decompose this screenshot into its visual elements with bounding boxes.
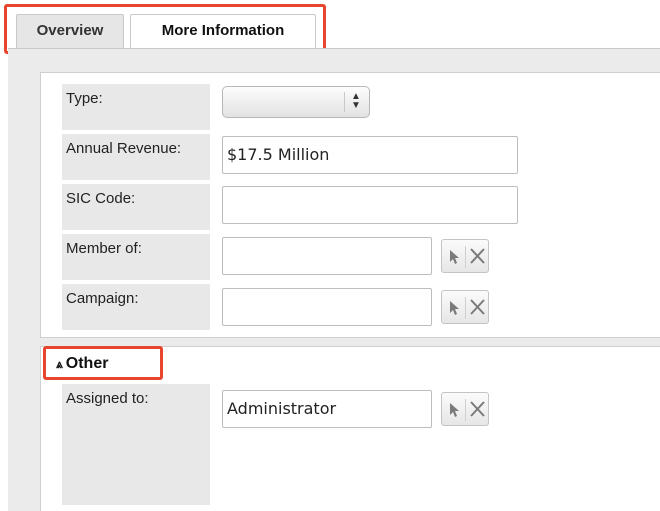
annual-revenue-label: Annual Revenue: [62, 134, 210, 180]
member-of-buttons [441, 239, 489, 273]
member-of-label: Member of: [62, 234, 210, 280]
x-icon [470, 248, 485, 264]
other-highlight-box [43, 346, 163, 380]
assigned-to-input[interactable]: Administrator [222, 390, 432, 428]
member-of-select-button[interactable] [442, 240, 465, 272]
sic-code-input[interactable] [222, 186, 518, 224]
cursor-arrow-icon [450, 250, 459, 264]
campaign-select-button[interactable] [442, 291, 465, 323]
member-of-input[interactable] [222, 237, 432, 275]
member-of-clear-button[interactable] [466, 240, 489, 272]
cursor-arrow-icon [450, 403, 459, 417]
assigned-to-label: Assigned to: [62, 384, 210, 505]
type-label: Type: [62, 84, 210, 130]
assigned-to-select-button[interactable] [442, 393, 465, 425]
annual-revenue-input[interactable]: $17.5 Million [222, 136, 518, 174]
campaign-label: Campaign: [62, 284, 210, 330]
x-icon [470, 401, 485, 417]
assigned-to-buttons [441, 392, 489, 426]
assigned-to-clear-button[interactable] [466, 393, 489, 425]
cursor-arrow-icon [450, 301, 459, 315]
campaign-buttons [441, 290, 489, 324]
campaign-input[interactable] [222, 288, 432, 326]
campaign-clear-button[interactable] [466, 291, 489, 323]
type-select[interactable]: ▲ ▼ [222, 86, 370, 118]
tabs-highlight-box [4, 4, 326, 54]
sic-code-label: SIC Code: [62, 184, 210, 230]
x-icon [470, 299, 485, 315]
select-arrows-icon: ▲ ▼ [344, 92, 363, 112]
